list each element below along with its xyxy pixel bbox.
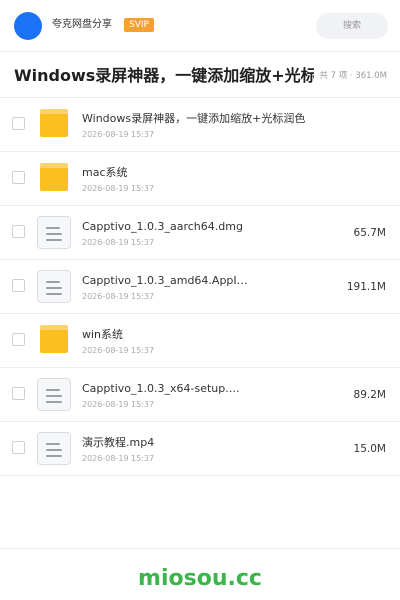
top-bar: 夸克网盘分享 SVIP 搜索	[0, 0, 400, 52]
file-date: 2026-08-19 15:37	[82, 130, 155, 139]
folder-summary: 共 7 项 · 361.0M	[319, 71, 387, 81]
svip-badge: SVIP	[124, 18, 154, 32]
file-name[interactable]: Windows录屏神器，一键添加缩放+光标润色	[82, 112, 332, 126]
avatar[interactable]	[14, 12, 42, 40]
row-checkbox[interactable]	[12, 117, 25, 130]
file-name[interactable]: Capptivo_1.0.3_x64-setup.…	[82, 382, 332, 396]
file-row[interactable]: Capptivo_1.0.3_aarch64.dmg 2026-08-19 15:…	[0, 206, 400, 260]
file-document-icon	[36, 378, 72, 411]
search-input[interactable]: 搜索	[316, 13, 388, 39]
file-document-icon	[36, 432, 72, 465]
file-document-icon	[36, 270, 72, 303]
file-size: 191.1M	[346, 281, 386, 293]
file-row[interactable]: Windows录屏神器，一键添加缩放+光标润色 2026-08-19 15:37	[0, 98, 400, 152]
file-row[interactable]: Capptivo_1.0.3_x64-setup.… 2026-08-19 15:…	[0, 368, 400, 422]
footer-brand[interactable]: miosou.cc	[0, 565, 400, 593]
folder-icon	[36, 325, 72, 357]
file-date: 2026-08-19 15:37	[82, 400, 155, 409]
file-row[interactable]: 演示教程.mp4 2026-08-19 15:37 15.0M	[0, 422, 400, 476]
file-row[interactable]: Capptivo_1.0.3_amd64.AppI… 2026-08-19 15:…	[0, 260, 400, 314]
row-checkbox[interactable]	[12, 279, 25, 292]
folder-header: Windows录屏神器，一键添加缩放+光标润色 共 7 项 · 361.0M	[0, 52, 400, 98]
file-document-icon	[36, 216, 72, 249]
row-checkbox[interactable]	[12, 171, 25, 184]
file-size: 65.7M	[353, 227, 386, 239]
file-date: 2026-08-19 15:37	[82, 346, 155, 355]
file-size: 15.0M	[353, 443, 386, 455]
file-date: 2026-08-19 15:37	[82, 292, 155, 301]
row-checkbox[interactable]	[12, 333, 25, 346]
file-size: 89.2M	[353, 389, 386, 401]
file-name[interactable]: mac系统	[82, 166, 332, 180]
site-name[interactable]: 夸克网盘分享	[52, 18, 112, 32]
page-title: Windows录屏神器，一键添加缩放+光标润色	[14, 66, 314, 85]
file-name[interactable]: 演示教程.mp4	[82, 436, 332, 450]
file-name[interactable]: win系统	[82, 328, 332, 342]
file-row[interactable]: mac系统 2026-08-19 15:37	[0, 152, 400, 206]
folder-icon	[36, 109, 72, 141]
file-list: Windows录屏神器，一键添加缩放+光标润色 2026-08-19 15:37 m…	[0, 98, 400, 476]
file-date: 2026-08-19 15:37	[82, 238, 155, 247]
file-row[interactable]: win系统 2026-08-19 15:37	[0, 314, 400, 368]
file-name[interactable]: Capptivo_1.0.3_aarch64.dmg	[82, 220, 332, 234]
folder-icon	[36, 163, 72, 195]
file-date: 2026-08-19 15:37	[82, 184, 155, 193]
row-checkbox[interactable]	[12, 441, 25, 454]
row-checkbox[interactable]	[12, 225, 25, 238]
file-name[interactable]: Capptivo_1.0.3_amd64.AppI…	[82, 274, 332, 288]
file-date: 2026-08-19 15:37	[82, 454, 155, 463]
row-checkbox[interactable]	[12, 387, 25, 400]
footer: miosou.cc	[0, 548, 400, 600]
